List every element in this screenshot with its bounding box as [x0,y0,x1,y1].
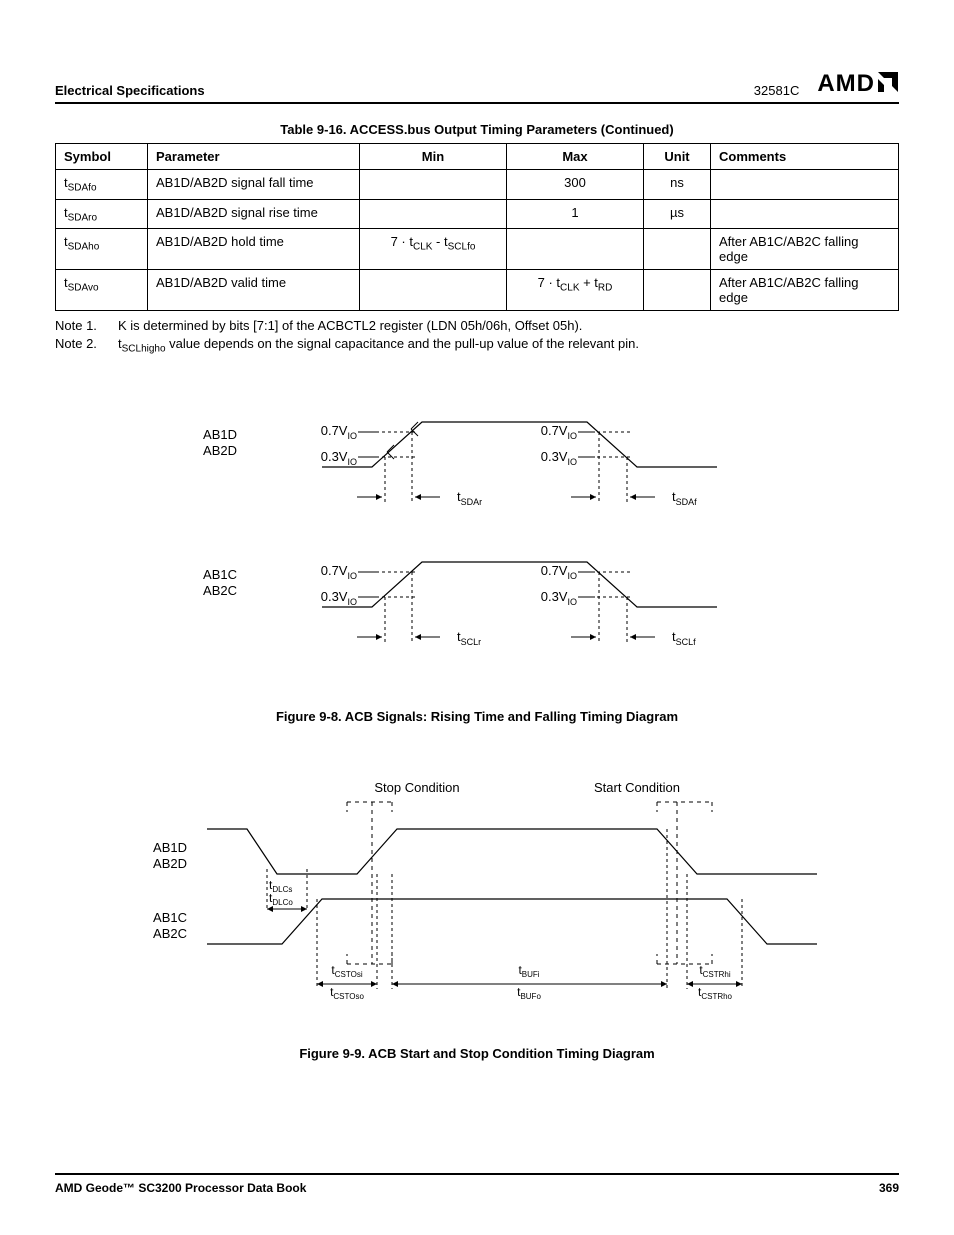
svg-text:tSDAr: tSDAr [457,489,482,507]
timing-table: Symbol Parameter Min Max Unit Comments t… [55,143,899,311]
table-row: tSDAhoAB1D/AB2D hold time7 · tCLK - tSCL… [56,229,899,270]
table-row: tSDAfoAB1D/AB2D signal fall time300ns [56,170,899,200]
note2-label: Note 2. [55,335,110,357]
figure-9-9-diagram: Stop Condition Start Condition AB1D AB2D… [55,774,899,1034]
table-caption: Table 9-16. ACCESS.bus Output Timing Par… [55,122,899,137]
svg-text:tCSTOso: tCSTOso [330,985,364,1001]
col-max: Max [507,144,644,170]
svg-text:0.3VIO: 0.3VIO [321,589,357,607]
svg-text:AB2C: AB2C [203,583,237,598]
svg-text:0.7VIO: 0.7VIO [541,423,577,441]
svg-text:0.7VIO: 0.7VIO [321,423,357,441]
col-parameter: Parameter [148,144,360,170]
table-row: tSDAroAB1D/AB2D signal rise time1µs [56,199,899,229]
col-symbol: Symbol [56,144,148,170]
sig-ab1d: AB1D [203,427,237,442]
svg-text:Stop Condition: Stop Condition [374,780,459,795]
col-min: Min [360,144,507,170]
footer-title: AMD Geode™ SC3200 Processor Data Book [55,1181,306,1195]
svg-text:0.3VIO: 0.3VIO [321,449,357,467]
svg-text:0.7VIO: 0.7VIO [541,563,577,581]
svg-text:AB1C: AB1C [203,567,237,582]
svg-text:tSDAf: tSDAf [672,489,697,507]
col-unit: Unit [644,144,711,170]
svg-text:0.7VIO: 0.7VIO [321,563,357,581]
header-section: Electrical Specifications [55,83,205,98]
svg-text:AB1D: AB1D [153,840,187,855]
page-header: Electrical Specifications 32581C AMD [55,70,899,104]
svg-text:AB1C: AB1C [153,910,187,925]
sig-ab2d: AB2D [203,443,237,458]
svg-text:0.3VIO: 0.3VIO [541,589,577,607]
svg-text:tCSTRho: tCSTRho [698,985,733,1001]
figure-9-8-caption: Figure 9-8. ACB Signals: Rising Time and… [55,709,899,724]
note2-text: tSCLhigho value depends on the signal ca… [118,335,639,357]
page-footer: AMD Geode™ SC3200 Processor Data Book 36… [55,1173,899,1195]
note1-text: K is determined by bits [7:1] of the ACB… [118,317,582,335]
svg-text:tCSTRhi: tCSTRhi [699,963,731,979]
figure-9-9-caption: Figure 9-9. ACB Start and Stop Condition… [55,1046,899,1061]
notes: Note 1. K is determined by bits [7:1] of… [55,317,899,357]
col-comments: Comments [711,144,899,170]
svg-text:Start Condition: Start Condition [594,780,680,795]
svg-text:0.3VIO: 0.3VIO [541,449,577,467]
svg-text:tBUFo: tBUFo [517,985,541,1001]
amd-logo: AMD [817,70,899,98]
svg-text:tDLCs: tDLCs [269,878,292,894]
svg-text:tBUFi: tBUFi [518,963,539,979]
figure-9-8-diagram: AB1D AB2D 0.7VIO 0.3VIO 0.7VIO 0.3VIO [55,397,899,697]
doc-code: 32581C [754,83,800,98]
svg-text:AB2C: AB2C [153,926,187,941]
svg-text:AB2D: AB2D [153,856,187,871]
table-row: tSDAvoAB1D/AB2D valid time7 · tCLK + tRD… [56,270,899,311]
note1-label: Note 1. [55,317,110,335]
svg-text:tSCLr: tSCLr [457,629,481,647]
page-number: 369 [879,1181,899,1195]
svg-text:tSCLf: tSCLf [672,629,696,647]
svg-text:tCSTOsi: tCSTOsi [331,963,362,979]
